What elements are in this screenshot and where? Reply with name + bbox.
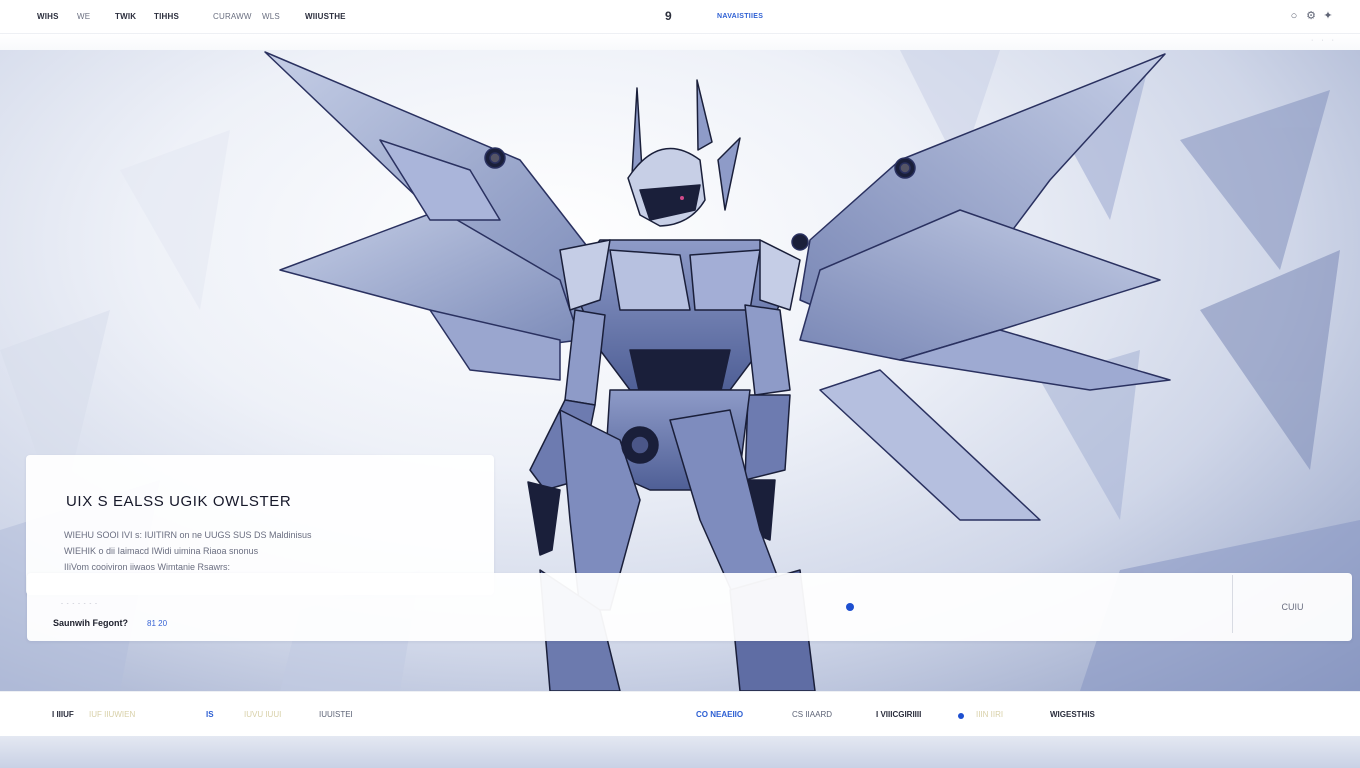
mech-head <box>627 79 741 227</box>
bottom-link-10[interactable]: WIGESTHIS <box>1050 710 1095 719</box>
nav-item-3[interactable]: TWIK <box>115 12 136 21</box>
hero-title: UIX S EALSS UGIK OWLSTER <box>66 493 292 510</box>
action-button[interactable]: CUIU <box>1233 573 1352 641</box>
center-nav-link[interactable]: NAVAISTIIES <box>717 13 763 20</box>
bottom-link-1[interactable]: I IIIUF <box>52 710 74 719</box>
bottom-link-3[interactable]: IS <box>206 710 214 719</box>
nav-item-7[interactable]: WIIUSTHE <box>305 12 346 21</box>
nav-item-2[interactable]: WE <box>77 12 90 21</box>
hero-description-line-3: IIiVom cooiviron iiwaos Wimtanie Rsawrs: <box>64 562 231 572</box>
input-placeholder-dashes[interactable]: - - - - - - - <box>61 601 98 607</box>
nav-item-1[interactable]: WIHS <box>37 12 59 21</box>
nav-item-4[interactable]: TIHHS <box>154 12 179 21</box>
bottom-link-6[interactable]: CO NEAEIIO <box>696 710 743 719</box>
hero-description-line-2: WIEHIK o dii Iaimacd IWidi uimina Riaoa … <box>64 546 259 556</box>
bottom-link-5[interactable]: IUUISTEI <box>319 710 353 719</box>
indicator-dot <box>958 713 964 719</box>
search-control-bar: - - - - - - - Saunwih Fegont? 81 20 CUIU <box>27 573 1352 641</box>
bottom-link-2[interactable]: IUF IIUWIEN <box>89 710 135 719</box>
search-meta: 81 20 <box>147 619 168 628</box>
search-label[interactable]: Saunwih Fegont? <box>53 618 128 628</box>
gear-icon[interactable]: ⚙ <box>1304 9 1318 23</box>
bottom-link-8[interactable]: I VIIICGIRIIII <box>876 710 921 719</box>
bottom-link-7[interactable]: CS IIAARD <box>792 710 832 719</box>
slider-dot[interactable] <box>846 603 854 611</box>
nav-item-5[interactable]: CURAWW <box>213 12 252 21</box>
top-navigation-bar: WIHS WE TWIK TIHHS CURAWW WLS WIIUSTHE 9… <box>0 0 1360 34</box>
circle-icon[interactable]: ○ <box>1287 9 1301 23</box>
bottom-link-9[interactable]: IIIN IIRI <box>976 710 1003 719</box>
pager-dots[interactable]: ··· <box>1311 37 1342 44</box>
sub-toolbar: ··· <box>0 34 1360 50</box>
bottom-link-4[interactable]: IUVU IUUI <box>244 710 281 719</box>
bottom-link-strip: I IIIUF IUF IIUWIEN IS IUVU IUUI IUUISTE… <box>0 691 1360 736</box>
brand-mark[interactable]: 9 <box>665 9 672 23</box>
footer-band <box>0 736 1360 768</box>
nav-item-6[interactable]: WLS <box>262 12 280 21</box>
sparkle-icon[interactable]: ✦ <box>1321 9 1335 23</box>
hero-description-line-1: WIEHU SOOI IVI s: IUITIRN on ne UUGS SUS… <box>64 530 312 540</box>
left-wing <box>264 51 601 381</box>
